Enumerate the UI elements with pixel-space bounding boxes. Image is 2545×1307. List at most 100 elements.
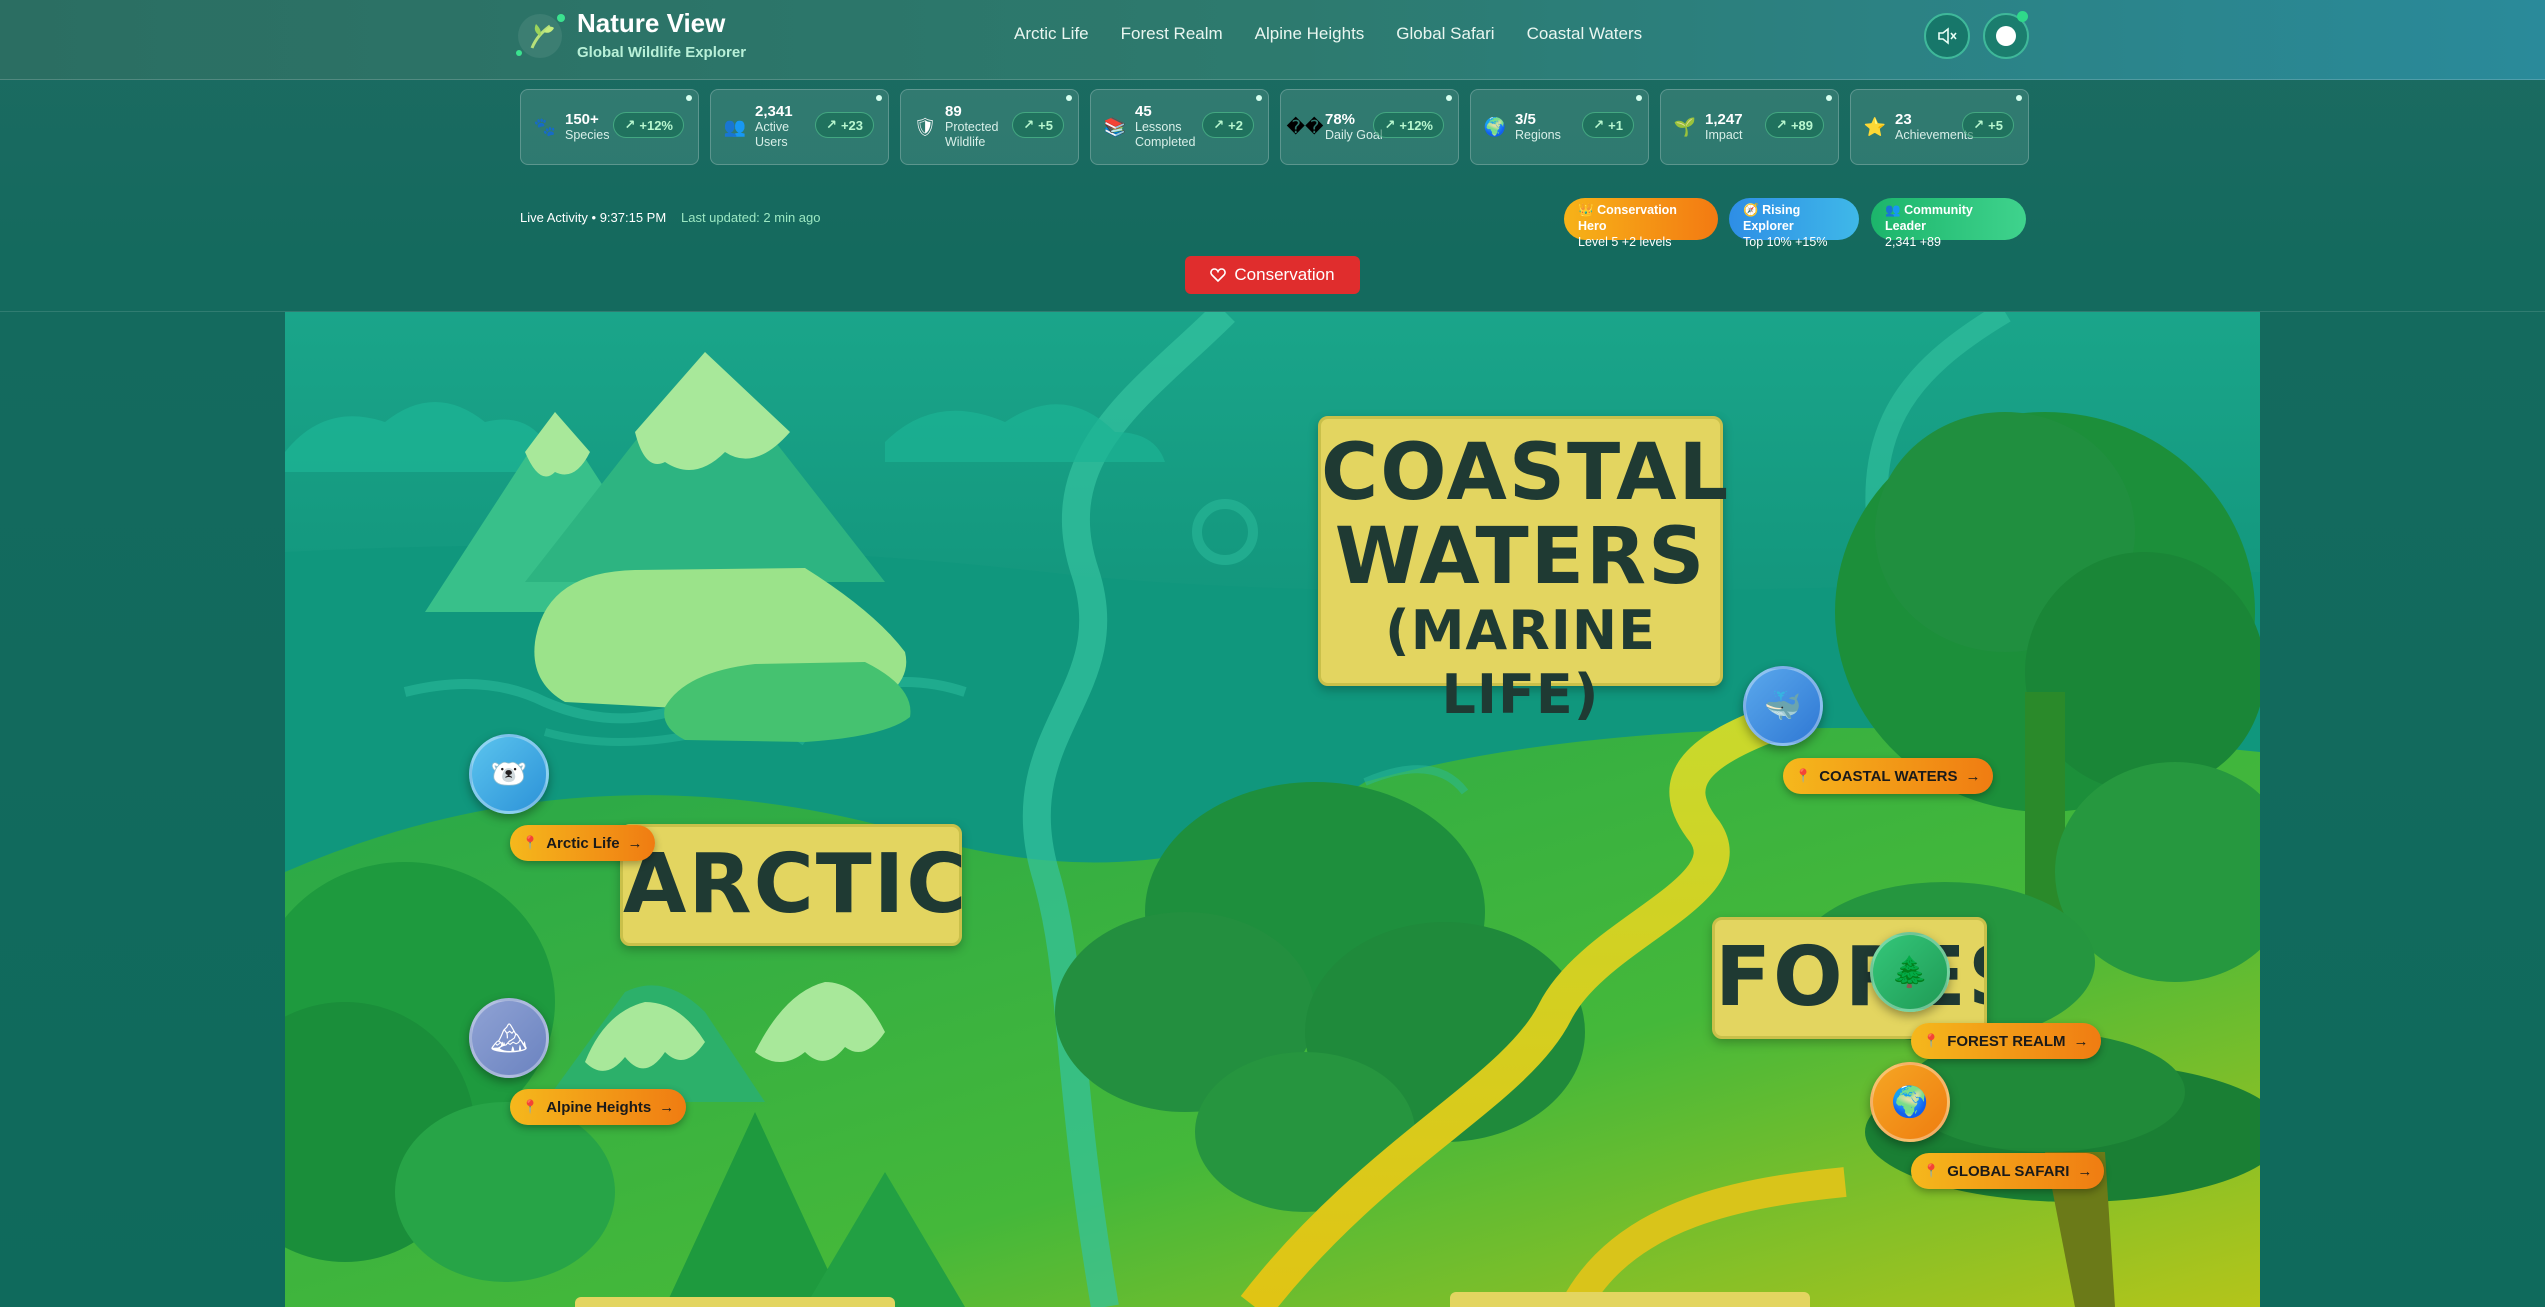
badge-detail: 2,341 +89 xyxy=(1885,235,1941,249)
stat-delta-badge: ↗ +12% xyxy=(613,112,684,138)
pin-icon: 📍 xyxy=(1795,768,1812,783)
nav-coastal-waters[interactable]: Coastal Waters xyxy=(1527,24,1643,44)
world-map[interactable]: COASTAL WATERS (MARINE LIFE) ARCTIC FORE… xyxy=(285,312,2260,1307)
sprout-icon: 🌱 xyxy=(1673,116,1697,137)
brand-title: Nature View xyxy=(577,8,726,38)
live-activity-clock: Live Activity • 9:37:15 PM xyxy=(520,210,667,225)
stat-value: 23 xyxy=(1895,110,1912,128)
trend-up-icon: ↗ xyxy=(1384,117,1396,132)
stat-delta-badge: ↗ +12% xyxy=(1373,112,1444,138)
trend-up-icon: ↗ xyxy=(1213,117,1225,132)
conservation-button[interactable]: Conservation xyxy=(1185,256,1360,294)
badge-detail: Top 10% +15% xyxy=(1743,235,1828,249)
pin-icon: 📍 xyxy=(522,1099,539,1114)
stat-delta-badge: ↗ +5 xyxy=(1012,112,1064,138)
nav-arctic-life[interactable]: Arctic Life xyxy=(1014,24,1089,44)
stat-indicator-dot xyxy=(1256,95,1262,101)
badge-rising-explorer[interactable]: 🧭 Rising Explorer Top 10% +15% xyxy=(1729,198,1859,249)
stat-value: 89 xyxy=(945,103,962,120)
arrow-right-icon: → xyxy=(1965,767,1981,785)
forest-realm-pill[interactable]: 📍 FOREST REALM → xyxy=(1911,1023,2101,1059)
stat-delta-badge: ↗ +1 xyxy=(1582,112,1634,138)
stat-card-species[interactable]: 🐾 150+ Species ↗ +12% xyxy=(520,89,699,165)
stat-indicator-dot xyxy=(1636,95,1642,101)
badge-conservation-hero[interactable]: 👑 Conservation Hero Level 5 +2 levels xyxy=(1564,198,1718,249)
stat-card-impact[interactable]: 🌱 1,247 Impact ↗ +89 xyxy=(1660,89,1839,165)
trend-up-icon: ↗ xyxy=(1776,117,1787,132)
users-icon: 👥 xyxy=(1885,203,1901,217)
leaf-logo-icon xyxy=(518,14,562,58)
stat-delta-badge: ↗ +89 xyxy=(1765,112,1824,138)
coastal-waters-marker[interactable]: 🐳 xyxy=(1743,666,1823,746)
arrow-right-icon: → xyxy=(2073,1032,2089,1050)
alpine-heights-pill[interactable]: 📍 Alpine Heights → xyxy=(510,1089,687,1125)
arrow-right-icon: → xyxy=(659,1098,675,1116)
trend-up-icon: ↗ xyxy=(624,117,636,132)
main-nav: Arctic Life Forest Realm Alpine Heights … xyxy=(1014,24,1642,44)
heart-icon xyxy=(1210,268,1227,283)
stat-delta-badge: ↗ +2 xyxy=(1202,112,1254,138)
arrow-right-icon: → xyxy=(2077,1162,2093,1180)
speaker-muted-icon xyxy=(1938,27,1957,45)
stat-indicator-dot xyxy=(876,95,882,101)
trend-up-icon: ↗ xyxy=(1023,117,1035,132)
stat-label: Impact xyxy=(1705,127,1743,142)
stat-indicator-dot xyxy=(1826,95,1832,101)
alpine-heights-marker[interactable]: 🏔 xyxy=(469,998,549,1078)
conservation-button-label: Conservation xyxy=(1234,265,1335,284)
users-icon: 👥 xyxy=(723,116,747,137)
nav-global-safari[interactable]: Global Safari xyxy=(1396,24,1494,44)
compass-icon: 🧭 xyxy=(1743,203,1759,217)
online-status-dot xyxy=(2017,11,2028,22)
arctic-life-marker[interactable]: 🐻‍❄️ xyxy=(469,734,549,814)
trend-up-icon: ↗ xyxy=(1973,117,1985,132)
stat-value: 3/5 xyxy=(1515,110,1536,128)
global-safari-pill[interactable]: 📍 GLOBAL SAFARI → xyxy=(1911,1153,2105,1189)
stats-bar: 🐾 150+ Species ↗ +12% 👥 2,341 Active Users … xyxy=(520,89,2029,165)
last-updated-text: Last updated: 2 min ago xyxy=(681,210,821,225)
stat-label: Active Users xyxy=(755,120,790,149)
arrow-right-icon: → xyxy=(627,834,643,852)
pin-icon: 📍 xyxy=(1923,1033,1940,1048)
coastal-waters-pill[interactable]: 📍 COASTAL WATERS → xyxy=(1783,758,1993,794)
stat-label: Protected Wildlife xyxy=(945,120,999,149)
tree-icon: 🌲 xyxy=(1891,955,1929,989)
mute-button[interactable] xyxy=(1924,13,1970,59)
top-header: Nature View Global Wildlife Explorer Arc… xyxy=(0,0,2545,80)
stat-card-regions[interactable]: 🌍 3/5 Regions ↗ +1 xyxy=(1470,89,1649,165)
stat-label: Lessons Completed xyxy=(1135,120,1196,149)
globe-icon: 🌍 xyxy=(1483,116,1507,137)
whale-icon: 🐳 xyxy=(1764,689,1802,723)
stat-value: 1,247 xyxy=(1705,110,1743,128)
arctic-life-pill[interactable]: 📍 Arctic Life → xyxy=(510,825,655,861)
stat-card-protected-wildlife[interactable]: 🛡 89 Protected Wildlife ↗ +5 xyxy=(900,89,1079,165)
toggle-knob-icon xyxy=(1996,26,2016,46)
stat-indicator-dot xyxy=(2016,95,2022,101)
stat-card-daily-goal[interactable]: �� 78% Daily Goal ↗ +12% xyxy=(1280,89,1459,165)
stat-indicator-dot xyxy=(1066,95,1072,101)
polar-bear-icon: 🐻‍❄️ xyxy=(490,757,528,791)
global-safari-marker[interactable]: 🌍 xyxy=(1870,1062,1950,1142)
badge-detail: Level 5 +2 levels xyxy=(1578,235,1672,249)
stat-delta-badge: ↗ +5 xyxy=(1962,112,2014,138)
trend-up-icon: ↗ xyxy=(1593,117,1605,132)
paw-icon: 🐾 xyxy=(533,116,557,137)
trend-up-icon: ↗ xyxy=(826,117,837,132)
books-icon: 📚 xyxy=(1103,116,1127,137)
pin-icon: 📍 xyxy=(522,835,539,850)
stat-card-achievements[interactable]: ⭐ 23 Achievements ↗ +5 xyxy=(1850,89,2029,165)
stat-label: Regions xyxy=(1515,127,1561,142)
nav-forest-realm[interactable]: Forest Realm xyxy=(1121,24,1223,44)
stat-value: 45 xyxy=(1135,103,1152,120)
badge-community-leader[interactable]: 👥 Community Leader 2,341 +89 xyxy=(1871,198,2026,249)
nav-alpine-heights[interactable]: Alpine Heights xyxy=(1255,24,1365,44)
crown-icon: 👑 xyxy=(1578,203,1594,217)
stat-card-active-users[interactable]: 👥 2,341 Active Users ↗ +23 xyxy=(710,89,889,165)
mountain-icon: 🏔 xyxy=(489,1021,529,1055)
forest-realm-marker[interactable]: 🌲 xyxy=(1870,932,1950,1012)
stat-delta-badge: ↗ +23 xyxy=(815,112,874,138)
shield-icon: 🛡 xyxy=(913,116,937,137)
broken-glyph-icon: �� xyxy=(1286,116,1324,137)
stat-label: Achievements xyxy=(1895,127,1974,142)
stat-card-lessons[interactable]: 📚 45 Lessons Completed ↗ +2 xyxy=(1090,89,1269,165)
